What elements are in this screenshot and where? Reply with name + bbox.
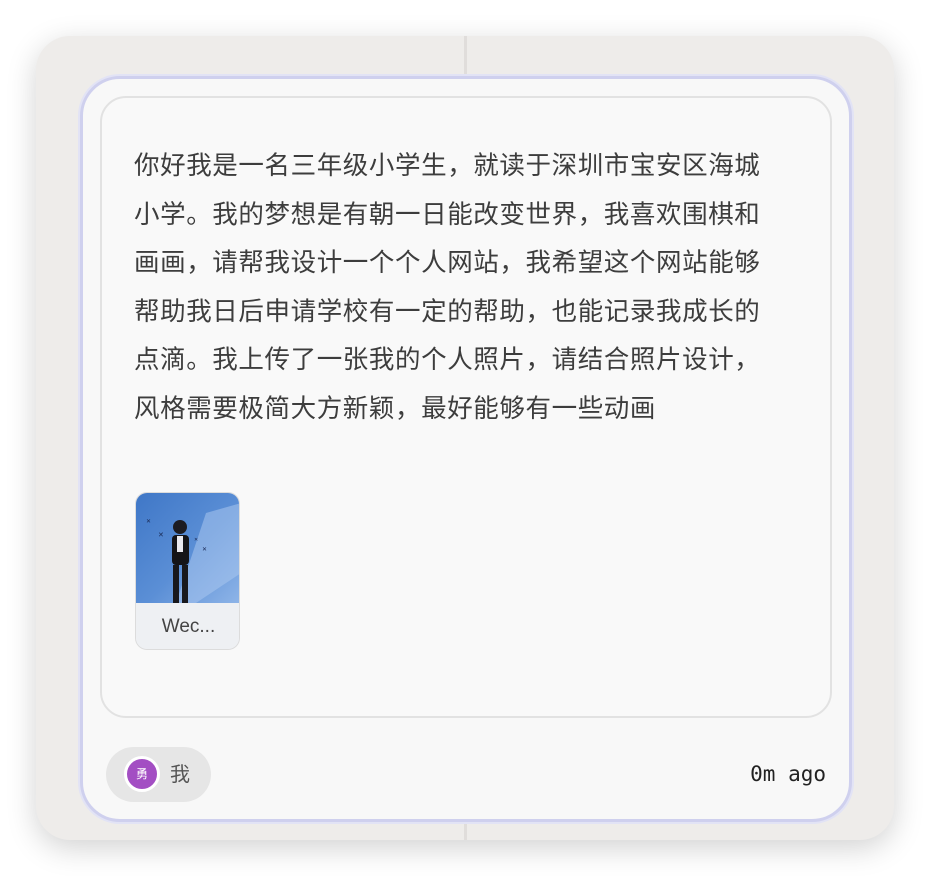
svg-text:✕: ✕ (146, 518, 151, 525)
user-chip[interactable]: 勇 我 (106, 747, 211, 802)
message-timestamp: 0m ago (750, 762, 826, 786)
divider-line (464, 822, 467, 840)
user-label: 我 (170, 762, 190, 786)
attachment-thumbnail: ✕ ✕ ✕ ✕ (136, 493, 239, 603)
avatar: 勇 (124, 756, 160, 792)
image-attachment[interactable]: ✕ ✕ ✕ ✕ Wec... (135, 492, 240, 650)
svg-text:✕: ✕ (202, 546, 207, 553)
divider-line (464, 36, 467, 76)
svg-text:✕: ✕ (194, 537, 198, 543)
svg-text:✕: ✕ (158, 531, 164, 539)
attachment-filename: Wec... (136, 603, 239, 649)
message-text: 你好我是一名三年级小学生，就读于深圳市宝安区海城小学。我的梦想是有朝一日能改变世… (134, 151, 761, 424)
